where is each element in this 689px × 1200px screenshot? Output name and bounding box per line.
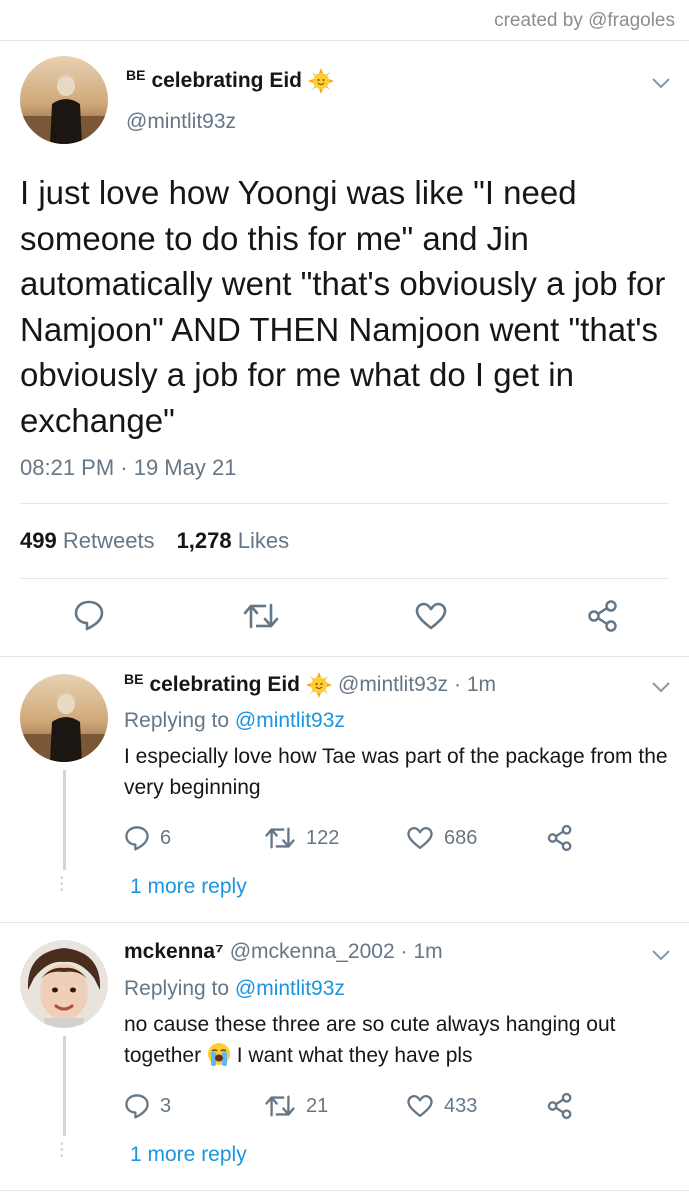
avatar[interactable] xyxy=(20,674,108,762)
tweet-stats: 499 Retweets 1,278 Likes xyxy=(20,528,289,554)
like-icon xyxy=(407,826,433,850)
more-replies-link[interactable]: 1 more reply xyxy=(130,875,247,899)
like-count: 686 xyxy=(444,826,478,849)
avatar-photo xyxy=(20,674,108,762)
replying-to-handle[interactable]: @mintlit93z xyxy=(235,709,345,732)
thread-dots: • • • xyxy=(60,873,64,896)
divider xyxy=(0,40,689,41)
thread-line xyxy=(63,770,66,870)
retweets-label: Retweets xyxy=(62,528,155,553)
reply-icon xyxy=(125,826,149,851)
display-name-text: celebrating Eid xyxy=(151,69,302,92)
loudly-crying-face-emoji xyxy=(207,1043,230,1066)
handle[interactable]: @mintlit93z xyxy=(126,110,236,134)
reply-text-part: I want what they have pls xyxy=(236,1044,473,1067)
more-replies-link[interactable]: 1 more reply xyxy=(130,1143,247,1167)
avatar[interactable] xyxy=(20,56,108,144)
name-prefix: BE xyxy=(126,67,146,83)
reply-actions: 3 21 433 xyxy=(124,1092,574,1120)
share-button[interactable] xyxy=(546,1092,574,1120)
avatar[interactable] xyxy=(20,940,108,1028)
retweet-count: 21 xyxy=(306,1094,329,1117)
replying-to-handle[interactable]: @mintlit93z xyxy=(235,977,345,1000)
reply-icon[interactable] xyxy=(73,598,105,632)
display-name[interactable]: celebrating Eid xyxy=(149,673,300,697)
retweet-icon[interactable] xyxy=(242,601,280,631)
like-icon[interactable] xyxy=(414,601,448,631)
share-icon xyxy=(547,824,572,852)
reply-actions: 6 122 686 xyxy=(124,824,574,852)
chevron-down-icon[interactable] xyxy=(650,948,672,962)
like-icon xyxy=(407,1094,433,1118)
divider xyxy=(20,503,669,504)
likes-stat[interactable]: 1,278 Likes xyxy=(177,528,290,554)
retweet-button[interactable]: 122 xyxy=(264,825,406,851)
reply-button[interactable]: 6 xyxy=(124,824,264,852)
share-icon[interactable] xyxy=(586,599,620,633)
share-icon xyxy=(547,1092,572,1120)
reply-count: 6 xyxy=(160,826,172,849)
avatar-photo xyxy=(20,940,108,1028)
retweet-count: 122 xyxy=(306,826,340,849)
tweet-text: I just love how Yoongi was like "I need … xyxy=(20,174,666,439)
display-name[interactable]: BE celebrating Eid xyxy=(126,67,334,94)
credit-text: created by @fragoles xyxy=(494,10,675,31)
replying-to: Replying to @mintlit93z xyxy=(124,977,345,1001)
reply-button[interactable]: 3 xyxy=(124,1092,264,1120)
reply-text: no cause these three are so cute always … xyxy=(124,1009,669,1071)
thread-line xyxy=(63,1036,66,1136)
share-button[interactable] xyxy=(546,824,574,852)
chevron-down-icon[interactable] xyxy=(650,76,672,90)
retweet-icon xyxy=(265,827,295,849)
thread-dots: • • • xyxy=(60,1139,64,1162)
avatar-photo xyxy=(20,56,108,144)
timestamp[interactable]: 08:21 PM · 19 May 21 xyxy=(20,455,236,481)
replying-to-label: Replying to xyxy=(124,709,230,732)
divider xyxy=(0,922,689,923)
sun-with-face-emoji xyxy=(306,672,332,698)
sun-with-face-emoji xyxy=(308,68,334,94)
retweet-icon xyxy=(265,1095,295,1117)
divider xyxy=(20,578,669,579)
reply-time: · 1m xyxy=(400,940,443,963)
divider xyxy=(0,656,689,657)
display-name[interactable]: mckenna⁷ xyxy=(124,940,224,964)
like-count: 433 xyxy=(444,1094,478,1117)
handle[interactable]: @mintlit93z xyxy=(338,673,448,697)
likes-label: Likes xyxy=(237,528,290,553)
likes-count: 1,278 xyxy=(176,528,232,553)
handle[interactable]: @mckenna_2002 xyxy=(230,940,395,964)
reply-time: · 1m xyxy=(454,673,497,696)
chevron-down-icon[interactable] xyxy=(650,680,672,694)
name-prefix: BE xyxy=(124,671,144,687)
divider xyxy=(0,1190,689,1191)
reply-header: BE celebrating Eid @mintlit93z · 1m xyxy=(124,671,497,698)
reply-count: 3 xyxy=(160,1094,172,1117)
retweet-button[interactable]: 21 xyxy=(264,1093,406,1119)
like-button[interactable]: 433 xyxy=(406,1093,546,1119)
like-button[interactable]: 686 xyxy=(406,825,546,851)
reply-icon xyxy=(125,1094,149,1119)
replying-to-label: Replying to xyxy=(124,977,230,1000)
reply-text: I especially love how Tae was part of th… xyxy=(124,745,668,799)
reply-header: mckenna⁷ @mckenna_2002 · 1m xyxy=(124,940,443,964)
retweets-count: 499 xyxy=(20,528,57,553)
retweets-stat[interactable]: 499 Retweets xyxy=(20,528,155,554)
replying-to: Replying to @mintlit93z xyxy=(124,709,345,733)
